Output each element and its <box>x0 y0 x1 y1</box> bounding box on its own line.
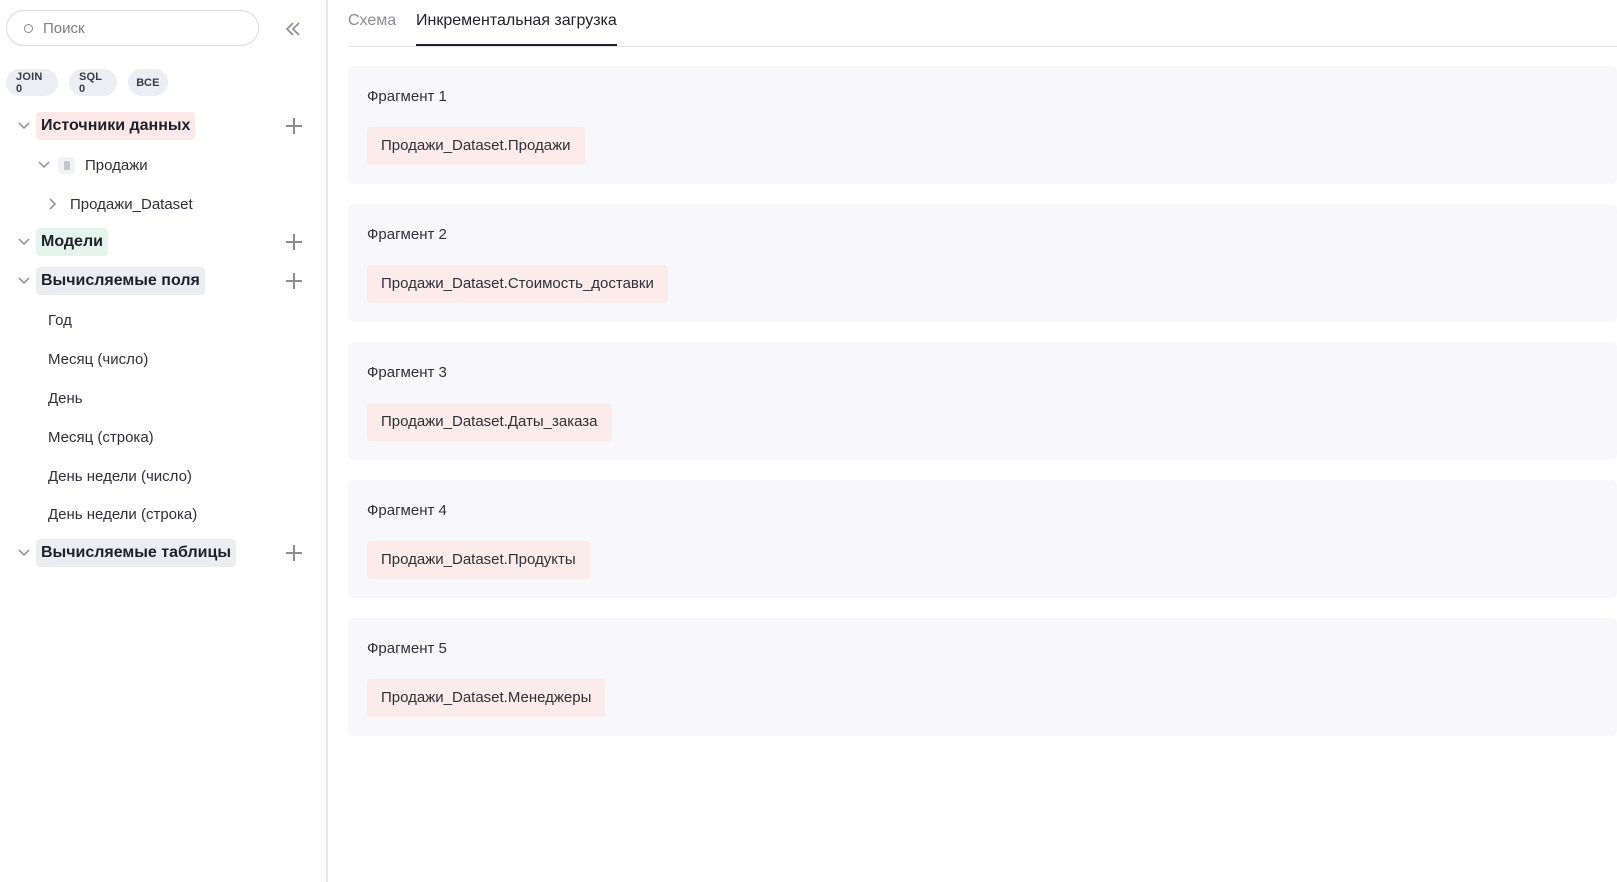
add-source-plus-icon[interactable] <box>286 118 302 134</box>
search-input[interactable] <box>43 19 233 37</box>
calculated-field-label[interactable]: День <box>48 390 83 407</box>
sidebar: JOIN 0 SQL 0 ВСЕ Источники данных Продаж… <box>0 0 328 882</box>
section-label-calculated-tables[interactable]: Вычисляемые таблицы <box>36 539 236 567</box>
fragment-table-tag[interactable]: Продажи_Dataset.Менеджеры <box>367 679 606 717</box>
filter-chip-sql[interactable]: SQL 0 <box>69 69 117 96</box>
search-icon <box>24 23 33 33</box>
add-calculated-table-plus-icon[interactable] <box>286 545 302 561</box>
fragment-title: Фрагмент 2 <box>367 226 447 243</box>
filter-chip-join[interactable]: JOIN 0 <box>6 69 58 96</box>
chevron-right-icon[interactable] <box>47 198 59 210</box>
add-calculated-field-plus-icon[interactable] <box>286 273 302 289</box>
tree-section-sources: Источники данных <box>0 111 328 141</box>
fragment-title: Фрагмент 1 <box>367 88 447 105</box>
fragment-card: Фрагмент 1 Продажи_Dataset.Продажи <box>348 66 1617 184</box>
fragment-title: Фрагмент 3 <box>367 364 447 381</box>
document-icon <box>58 156 75 174</box>
tree-section-models: Модели <box>0 227 328 257</box>
calculated-field-label[interactable]: День недели (строка) <box>48 506 197 523</box>
tree-section-calculated-tables: Вычисляемые таблицы <box>0 538 328 568</box>
fragment-table-tag[interactable]: Продажи_Dataset.Даты_заказа <box>367 403 612 441</box>
fragment-title: Фрагмент 4 <box>367 502 447 519</box>
section-label-calculated-fields[interactable]: Вычисляемые поля <box>36 267 205 295</box>
calculated-field-label[interactable]: Год <box>48 312 72 329</box>
fragment-table-tag[interactable]: Продажи_Dataset.Продукты <box>367 541 590 579</box>
double-chevron-left-icon <box>285 22 300 36</box>
add-model-plus-icon[interactable] <box>286 234 302 250</box>
chevron-down-icon[interactable] <box>38 159 50 171</box>
fragment-title: Фрагмент 5 <box>367 640 447 657</box>
tree-item-label[interactable]: Продажи <box>85 157 148 174</box>
tree-item-label[interactable]: Продажи_Dataset <box>70 196 193 213</box>
section-label-models[interactable]: Модели <box>36 228 108 256</box>
calculated-field-item: День <box>0 383 328 413</box>
tab-incremental-load[interactable]: Инкрементальная загрузка <box>416 12 617 46</box>
filter-chips: JOIN 0 SQL 0 ВСЕ <box>6 69 168 96</box>
filter-chip-all[interactable]: ВСЕ <box>128 69 168 96</box>
fragment-table-tag[interactable]: Продажи_Dataset.Стоимость_доставки <box>367 265 668 303</box>
calculated-field-item: Месяц (строка) <box>0 422 328 452</box>
collapse-sidebar-button[interactable] <box>283 19 303 39</box>
chevron-down-icon[interactable] <box>18 236 30 248</box>
calculated-field-item: День недели (число) <box>0 461 328 491</box>
tree-section-calculated-fields: Вычисляемые поля <box>0 266 328 296</box>
section-label-sources[interactable]: Источники данных <box>36 112 196 140</box>
calculated-field-label[interactable]: Месяц (строка) <box>48 429 154 446</box>
tab-schema[interactable]: Схема <box>348 12 396 46</box>
calculated-field-label[interactable]: День недели (число) <box>48 468 192 485</box>
tab-bar: Схема Инкрементальная загрузка <box>348 0 1617 47</box>
calculated-field-item: Год <box>0 305 328 335</box>
tree-item-prodazhi: Продажи <box>0 150 328 180</box>
fragment-card: Фрагмент 4 Продажи_Dataset.Продукты <box>348 480 1617 598</box>
calculated-field-item: День недели (строка) <box>0 499 328 529</box>
search-box[interactable] <box>6 10 259 46</box>
fragment-card: Фрагмент 3 Продажи_Dataset.Даты_заказа <box>348 342 1617 460</box>
chevron-down-icon[interactable] <box>18 120 30 132</box>
calculated-field-item: Месяц (число) <box>0 344 328 374</box>
fragment-table-tag[interactable]: Продажи_Dataset.Продажи <box>367 127 585 165</box>
calculated-field-label[interactable]: Месяц (число) <box>48 351 148 368</box>
fragment-card: Фрагмент 5 Продажи_Dataset.Менеджеры <box>348 618 1617 736</box>
tree-item-prodazhi-dataset: Продажи_Dataset <box>0 189 328 219</box>
fragment-card: Фрагмент 2 Продажи_Dataset.Стоимость_дос… <box>348 204 1617 322</box>
chevron-down-icon[interactable] <box>18 547 30 559</box>
chevron-down-icon[interactable] <box>18 275 30 287</box>
